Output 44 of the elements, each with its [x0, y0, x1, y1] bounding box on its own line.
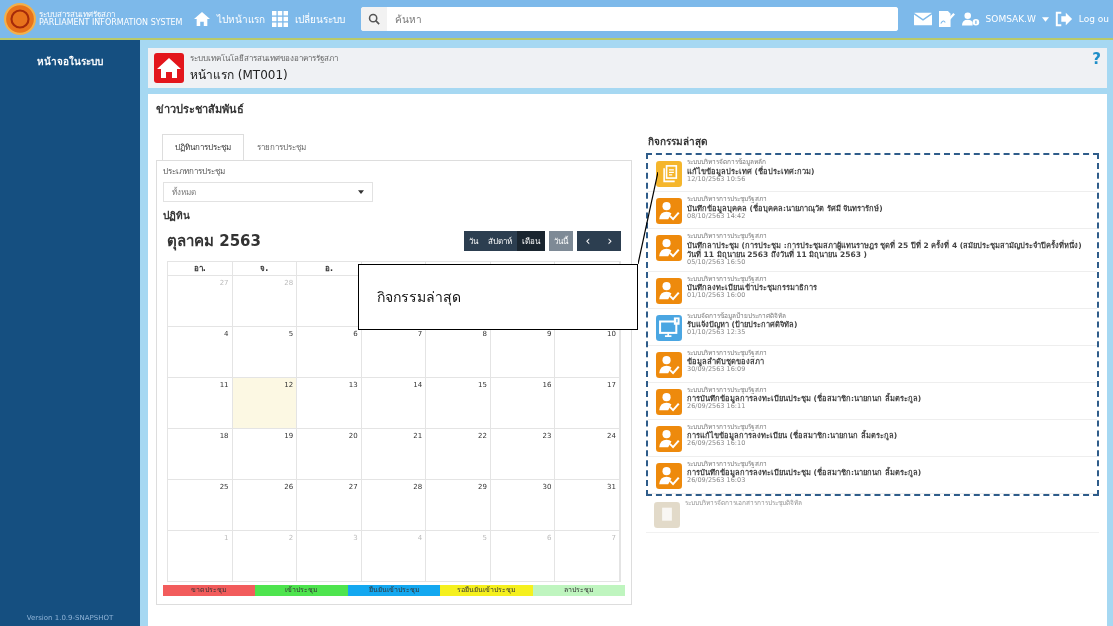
document-icon	[656, 161, 682, 187]
home-icon[interactable]	[192, 11, 211, 27]
view-button[interactable]: วัน	[464, 231, 483, 251]
month-title: ตุลาคม 2563	[167, 231, 261, 253]
next-button[interactable]: ›	[599, 231, 621, 251]
logo-title: ระบบสารสนเทศรัฐสภา	[39, 11, 115, 19]
file-icon	[654, 501, 680, 528]
caret-icon	[358, 190, 364, 194]
emblem-icon	[4, 3, 36, 35]
caret-icon[interactable]	[1041, 16, 1049, 22]
person-check-icon	[656, 277, 682, 304]
person-check-icon	[656, 462, 682, 489]
sidebar-title: หน้าจอในระบบ	[37, 54, 103, 69]
page-title: หน้าแรก (MT001)	[190, 67, 289, 84]
person-check-icon	[656, 351, 682, 378]
search-field[interactable]: ค้นหา	[360, 7, 898, 31]
filter-label: ประเภทการประชุม	[163, 166, 226, 178]
search-icon[interactable]	[367, 13, 380, 25]
person-check-icon	[656, 425, 682, 452]
monitor-alert-icon	[656, 314, 682, 341]
user-icon[interactable]	[961, 11, 980, 27]
section-title: ข่าวประชาสัมพันธ์	[156, 102, 245, 118]
person-check-icon	[656, 388, 682, 415]
callout-box: กิจกรรมล่าสุด	[358, 264, 638, 330]
weekday-header: จ.	[232, 262, 298, 275]
tab[interactable]: ปฏิทินการประชุม	[162, 134, 244, 161]
weekday-header: อา.	[168, 262, 233, 275]
mail-icon[interactable]	[913, 11, 932, 27]
person-check-icon	[656, 235, 682, 261]
grid-icon[interactable]	[270, 11, 289, 27]
tab[interactable]: รายการประชุม	[244, 134, 319, 161]
meeting-type-select[interactable]: ทั้งหมด	[163, 182, 373, 202]
previous-button[interactable]: ‹	[577, 231, 599, 251]
view-button[interactable]: สัปดาห์	[483, 231, 517, 251]
view-button[interactable]: เดือน	[517, 231, 545, 251]
activity-item[interactable]	[648, 229, 1097, 272]
logout-icon[interactable]	[1054, 11, 1073, 27]
signature-icon[interactable]	[937, 11, 956, 27]
activity-heading: กิจกรรมล่าสุด	[648, 135, 708, 149]
calendar-heading: ปฏิทิน	[163, 209, 191, 223]
logo-subtitle: PARLIAMENT INFORMATION SYSTEM	[39, 19, 183, 27]
system-name: ระบบเทคโนโลยีสารสนเทศของอาคารรัฐสภา	[190, 53, 339, 65]
person-check-icon	[656, 198, 682, 224]
home-icon	[154, 53, 184, 83]
